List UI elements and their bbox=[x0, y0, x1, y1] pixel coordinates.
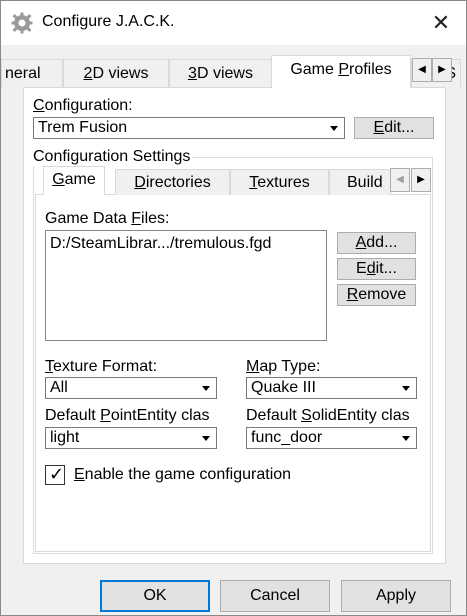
configuration-label: Configuration: bbox=[33, 97, 133, 114]
map-type-label: Map Type: bbox=[246, 358, 321, 375]
tab-build[interactable]: Build bbox=[329, 169, 391, 195]
texture-format-value: All bbox=[50, 379, 68, 396]
tab-3d-views[interactable]: 3D views bbox=[169, 59, 272, 87]
dialog-window: Configure J.A.C.K. ✕ neral 2D views 3D v… bbox=[0, 0, 467, 616]
game-data-files-list[interactable]: D:/SteamLibrar.../tremulous.fgd bbox=[45, 230, 327, 341]
tab-label: 3D views bbox=[188, 65, 253, 82]
tab-textures[interactable]: Textures bbox=[230, 169, 329, 195]
arrow-left-icon: ◀ bbox=[396, 174, 404, 185]
chevron-down-icon bbox=[402, 436, 410, 441]
tab-scroll-left-button[interactable]: ◀ bbox=[412, 58, 432, 82]
chevron-down-icon bbox=[402, 386, 410, 391]
chevron-down-icon bbox=[202, 436, 210, 441]
arrow-right-icon: ▶ bbox=[438, 64, 446, 75]
configuration-edit-button[interactable]: Edit... bbox=[354, 117, 434, 139]
window-title: Configure J.A.C.K. bbox=[42, 13, 175, 30]
tab-label: neral bbox=[5, 65, 41, 82]
default-point-entity-label: Default PointEntity clas bbox=[45, 407, 210, 424]
title-bar[interactable]: Configure J.A.C.K. ✕ bbox=[1, 1, 466, 45]
gear-icon bbox=[11, 12, 33, 34]
cancel-button[interactable]: Cancel bbox=[220, 580, 330, 612]
texture-format-select[interactable]: All bbox=[45, 377, 217, 399]
default-point-entity-select[interactable]: light bbox=[45, 427, 217, 449]
apply-button[interactable]: Apply bbox=[341, 580, 451, 612]
close-button[interactable]: ✕ bbox=[421, 9, 461, 37]
map-type-select[interactable]: Quake III bbox=[246, 377, 417, 399]
game-data-files-label: Game Data Files: bbox=[45, 210, 170, 227]
close-icon: ✕ bbox=[431, 10, 451, 35]
default-point-entity-value: light bbox=[50, 429, 80, 446]
configuration-select[interactable]: Trem Fusion bbox=[33, 117, 345, 139]
tab-scroll-right-button[interactable]: ▶ bbox=[432, 58, 452, 82]
default-solid-entity-select[interactable]: func_door bbox=[246, 427, 417, 449]
enable-game-configuration-label[interactable]: Enable the game configuration bbox=[74, 466, 291, 484]
configuration-value: Trem Fusion bbox=[38, 119, 128, 136]
chevron-down-icon bbox=[330, 126, 338, 131]
map-type-value: Quake III bbox=[251, 379, 316, 396]
edit-file-button[interactable]: Edit... bbox=[337, 258, 416, 280]
list-item[interactable]: D:/SteamLibrar.../tremulous.fgd bbox=[50, 235, 271, 253]
enable-game-configuration-checkbox[interactable]: ✓ bbox=[45, 464, 65, 485]
default-solid-entity-label: Default SolidEntity clas bbox=[246, 407, 410, 424]
arrow-right-icon: ▶ bbox=[417, 174, 425, 185]
add-file-button[interactable]: Add... bbox=[337, 232, 416, 254]
tab-directories[interactable]: Directories bbox=[115, 169, 230, 195]
settings-tab-scroll-left-button[interactable]: ◀ bbox=[390, 168, 410, 192]
tab-game[interactable]: Game bbox=[43, 166, 105, 195]
ok-button[interactable]: OK bbox=[100, 580, 210, 612]
tab-general[interactable]: neral bbox=[1, 59, 63, 87]
arrow-left-icon: ◀ bbox=[418, 64, 426, 75]
configuration-settings-label: Configuration Settings bbox=[33, 148, 193, 166]
checkmark-icon: ✓ bbox=[49, 464, 65, 484]
tab-2d-views[interactable]: 2D views bbox=[63, 59, 169, 87]
texture-format-label: Texture Format: bbox=[45, 358, 158, 375]
remove-file-button[interactable]: Remove bbox=[337, 284, 416, 306]
tab-game-profiles[interactable]: Game Profiles bbox=[271, 55, 411, 88]
default-solid-entity-value: func_door bbox=[251, 429, 323, 446]
chevron-down-icon bbox=[202, 386, 210, 391]
settings-tab-scroll-right-button[interactable]: ▶ bbox=[411, 168, 431, 192]
tab-label: Game Profiles bbox=[290, 61, 392, 78]
tab-label: 2D views bbox=[83, 65, 149, 82]
